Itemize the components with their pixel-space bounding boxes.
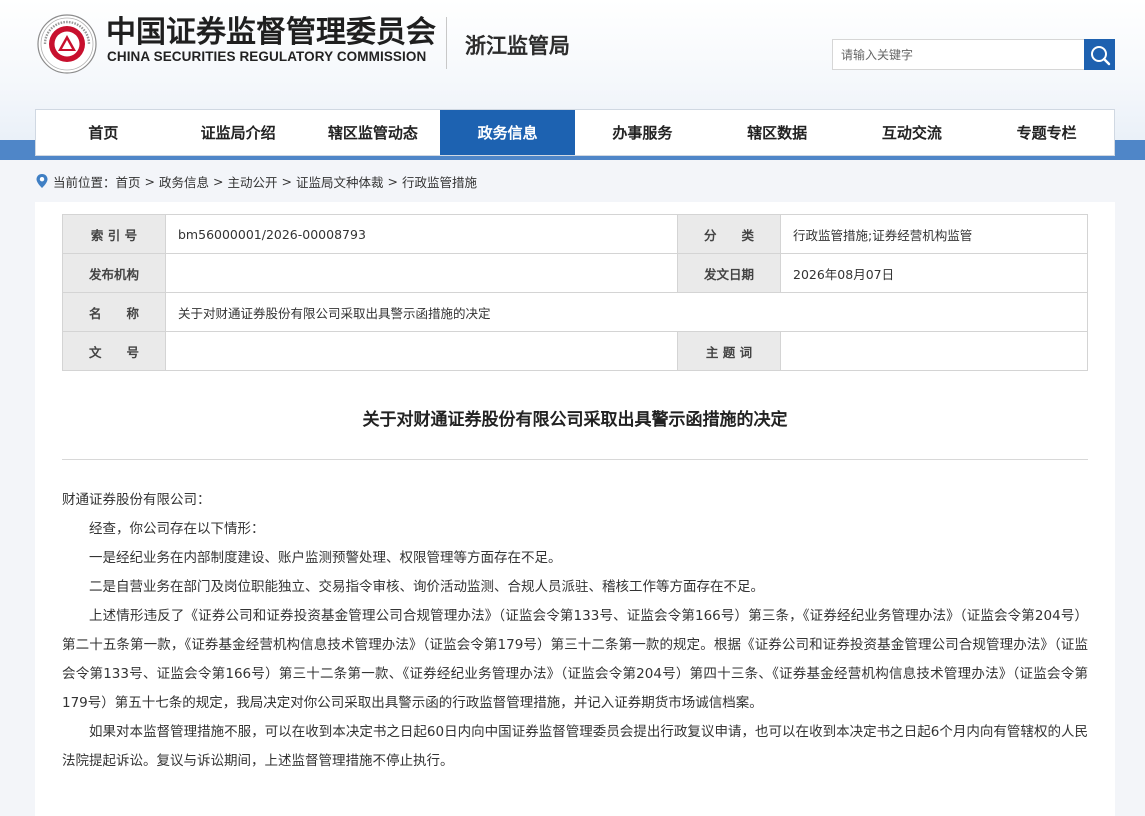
search-button[interactable] (1084, 39, 1115, 70)
nav-item-special-topics[interactable]: 专题专栏 (979, 110, 1114, 155)
date-label: 发文日期 (677, 253, 781, 293)
main-nav: 首页 证监局介绍 辖区监管动态 政务信息 办事服务 辖区数据 互动交流 专题专栏 (35, 109, 1115, 156)
category-value: 行政监管措施;证券经营机构监管 (780, 214, 1088, 254)
breadcrumb-item-document-types[interactable]: 证监局文种体裁 (296, 172, 384, 191)
csrc-emblem-icon[interactable] (37, 14, 97, 74)
meta-row: 索 引 号 bm56000001/2026-00008793 分 类 行政监管措… (62, 214, 1088, 254)
nav-item-services[interactable]: 办事服务 (575, 110, 710, 155)
breadcrumb-separator: > (387, 173, 399, 189)
date-value: 2026年08月07日 (780, 253, 1088, 293)
addressee: 财通证券股份有限公司： (62, 492, 211, 508)
meta-row: 文 号 主 题 词 (62, 331, 1088, 371)
breadcrumb-item-home[interactable]: 首页 (116, 172, 141, 191)
document-title: 关于对财通证券股份有限公司采取出具警示函措施的决定 (362, 410, 788, 430)
publisher-value (165, 253, 678, 293)
nav-item-home[interactable]: 首页 (36, 110, 171, 155)
content-panel: 索 引 号 bm56000001/2026-00008793 分 类 行政监管措… (35, 202, 1115, 816)
nav-item-regional-data[interactable]: 辖区数据 (710, 110, 845, 155)
meta-row: 名 称 关于对财通证券股份有限公司采取出具警示函措施的决定 (62, 292, 1088, 332)
breadcrumb-prefix: 当前位置： (53, 174, 116, 190)
breadcrumb-item-government-info[interactable]: 政务信息 (159, 172, 209, 191)
search-box (832, 39, 1084, 70)
breadcrumb-separator: > (281, 173, 293, 189)
docno-value (165, 331, 678, 371)
keywords-value (780, 331, 1088, 371)
meta-row: 发布机构 发文日期 2026年08月07日 (62, 253, 1088, 293)
search-icon (1090, 45, 1110, 65)
body-paragraph: 一是经纪业务在内部制度建设、账户监测预警处理、权限管理等方面存在不足。 (89, 550, 562, 566)
nav-item-government-info[interactable]: 政务信息 (440, 110, 575, 155)
name-label: 名 称 (62, 292, 166, 332)
body-paragraph: 经查，你公司存在以下情形： (89, 521, 265, 537)
breadcrumb-item-public-disclosure[interactable]: 主动公开 (228, 172, 278, 191)
breadcrumb-separator: > (213, 173, 224, 189)
nav-item-regional-news[interactable]: 辖区监管动态 (306, 110, 441, 155)
publisher-label: 发布机构 (62, 253, 166, 293)
document-meta-table: 索 引 号 bm56000001/2026-00008793 分 类 行政监管措… (62, 214, 1088, 371)
index-value: bm56000001/2026-00008793 (165, 214, 678, 254)
document-body: 财通证券股份有限公司： 经查，你公司存在以下情形： 一是经纪业务在内部制度建设、… (62, 486, 1088, 776)
logo-divider (446, 17, 447, 69)
name-value: 关于对财通证券股份有限公司采取出具警示函措施的决定 (165, 292, 1088, 332)
nav-item-bureau-intro[interactable]: 证监局介绍 (171, 110, 306, 155)
category-label: 分 类 (677, 214, 781, 254)
body-paragraph: 上述情形违反了《证券公司和证券投资基金管理公司合规管理办法》（证监会令第133号… (62, 608, 1088, 711)
body-paragraph: 如果对本监督管理措施不服，可以在收到本决定书之日起60日内向中国证券监督管理委员… (62, 724, 1088, 769)
index-label: 索 引 号 (62, 214, 166, 254)
org-name-cn: 中国证券监督管理委员会 (106, 15, 436, 50)
location-pin-icon (36, 174, 48, 188)
org-name-en: CHINA SECURITIES REGULATORY COMMISSION (107, 49, 427, 64)
breadcrumb: 当前位置： 首页 > 政务信息 > 主动公开 > 证监局文种体裁 > 行政监管措… (35, 170, 477, 192)
nav-item-interaction[interactable]: 互动交流 (845, 110, 980, 155)
title-divider (62, 459, 1088, 460)
docno-label: 文 号 (62, 331, 166, 371)
breadcrumb-item-regulatory-measures[interactable]: 行政监管措施 (402, 172, 477, 191)
bureau-name[interactable]: 浙江监管局 (465, 30, 570, 60)
body-paragraph: 二是自营业务在部门及岗位职能独立、交易指令审核、询价活动监测、合规人员派驻、稽核… (89, 579, 764, 595)
keywords-label: 主 题 词 (677, 331, 781, 371)
search-input[interactable] (833, 40, 1084, 69)
breadcrumb-separator: > (144, 173, 156, 189)
